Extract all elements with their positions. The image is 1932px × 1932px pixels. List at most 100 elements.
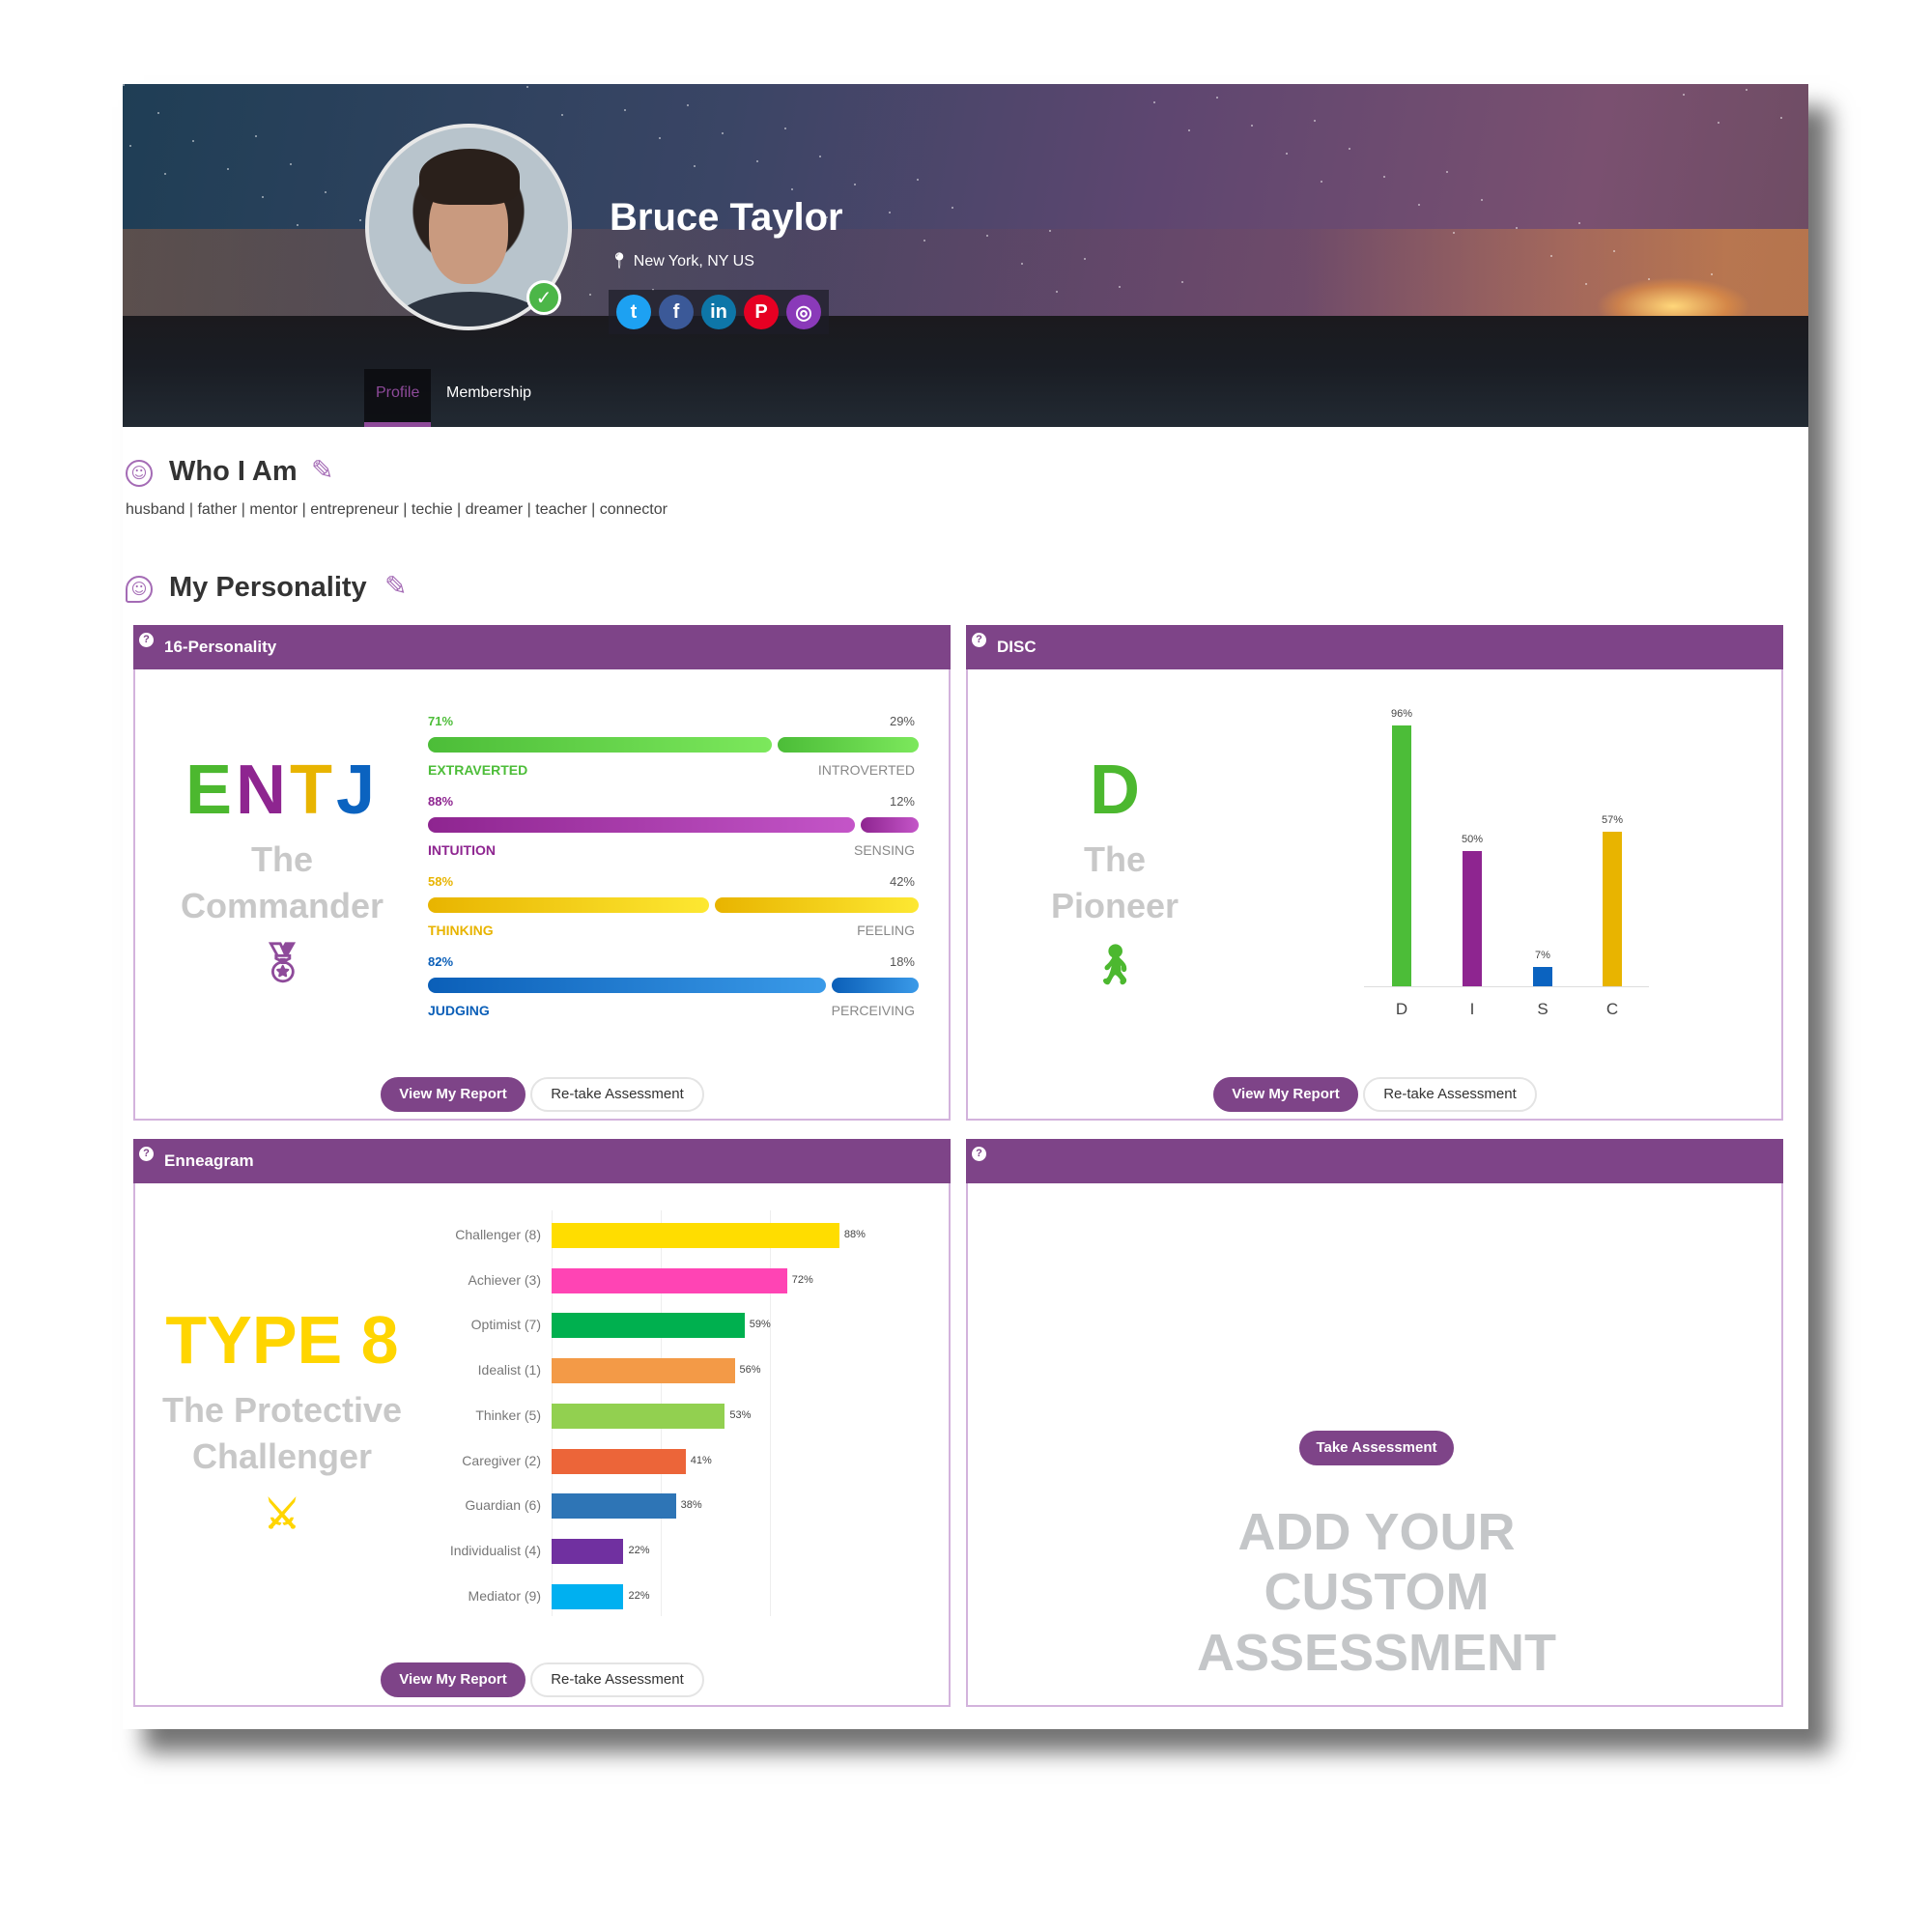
star: [1578, 222, 1580, 224]
map-pin-icon: 📍︎: [610, 253, 630, 270]
star: [297, 224, 298, 226]
enneagram-bar: [552, 1493, 676, 1520]
enneagram-bar: [552, 1267, 787, 1293]
star: [1216, 97, 1218, 99]
star: [255, 135, 257, 137]
type-letter: E: [185, 752, 236, 829]
tab-membership[interactable]: Membership: [435, 369, 543, 427]
star: [1251, 125, 1253, 127]
trait-left-label: EXTRAVERTED: [428, 762, 528, 778]
star: [756, 160, 758, 162]
star: [1585, 283, 1587, 285]
enneagram-bar: [552, 1583, 624, 1609]
star: [1550, 255, 1552, 257]
trait-bar-right: [860, 817, 919, 833]
help-icon[interactable]: ?: [139, 1147, 154, 1161]
type-name-line1: The: [250, 839, 313, 879]
retake-assessment-button[interactable]: Re-take Assessment: [530, 1077, 704, 1112]
star: [687, 104, 689, 106]
enneagram-value-label: 56%: [739, 1364, 761, 1377]
enneagram-category-label: Idealist (1): [477, 1362, 541, 1378]
edit-pencil-icon[interactable]: ✎: [384, 570, 407, 602]
type-name-line1: The: [1083, 839, 1146, 879]
enneagram-value-label: 41%: [690, 1454, 712, 1466]
help-icon[interactable]: ?: [972, 1147, 986, 1161]
edit-pencil-icon[interactable]: ✎: [311, 454, 333, 486]
disc-category-label: D: [1395, 1000, 1408, 1018]
twitter-icon[interactable]: t: [616, 295, 651, 329]
card-16-personality: ? 16-Personality ENTJ The Commander 🏅︎ 71…: [133, 625, 951, 1121]
star: [164, 173, 166, 175]
help-icon[interactable]: ?: [972, 633, 986, 647]
trait-bar-left: [428, 817, 855, 833]
help-icon[interactable]: ?: [139, 633, 154, 647]
enneagram-bar: [552, 1313, 745, 1339]
retake-assessment-button[interactable]: Re-take Assessment: [1363, 1077, 1537, 1112]
star: [1286, 153, 1288, 155]
disc-category-label: C: [1605, 1000, 1619, 1018]
enneagram-bar: [552, 1403, 725, 1429]
star: [1683, 94, 1685, 96]
card-header: ?: [966, 1139, 1783, 1183]
trait-bar-right: [778, 737, 919, 753]
star: [1453, 232, 1455, 234]
star: [1119, 286, 1121, 288]
trait-bar-left: [428, 978, 826, 993]
trait-bar-left: [428, 737, 773, 753]
star: [1516, 227, 1518, 229]
enneagram-value-label: 72%: [791, 1273, 813, 1286]
star: [290, 163, 292, 165]
facebook-icon[interactable]: f: [659, 295, 694, 329]
star: [791, 188, 793, 190]
retake-assessment-button[interactable]: Re-take Assessment: [530, 1662, 704, 1697]
disc-bar-S: [1533, 967, 1552, 986]
star: [359, 219, 361, 221]
enneagram-value-label: 38%: [680, 1499, 702, 1512]
enneagram-value-label: 53%: [729, 1408, 752, 1421]
disc-category-label: S: [1537, 1000, 1548, 1018]
card-title: 16-Personality: [164, 638, 277, 656]
star: [1181, 281, 1183, 283]
star: [986, 235, 988, 237]
view-report-button[interactable]: View My Report: [381, 1077, 526, 1112]
disc-category-label: I: [1469, 1000, 1475, 1018]
custom-line2: CUSTOM: [1264, 1563, 1490, 1621]
profile-name: Bruce Taylor: [610, 196, 843, 239]
star: [1746, 89, 1747, 91]
star: [1711, 273, 1713, 275]
star: [589, 294, 591, 296]
star: [157, 112, 159, 114]
personality-type: ENTJ: [135, 751, 429, 830]
instagram-icon[interactable]: ◎: [786, 295, 821, 329]
custom-line1: ADD YOUR: [1237, 1503, 1516, 1561]
card-header: ? Enneagram: [133, 1139, 951, 1183]
right-percent: 29%: [889, 714, 915, 728]
type-letter: J: [335, 752, 380, 829]
star: [1718, 122, 1719, 124]
trait-left-label: JUDGING: [428, 1003, 490, 1018]
pinterest-icon[interactable]: P: [744, 295, 779, 329]
star: [123, 84, 125, 86]
take-assessment-button[interactable]: Take Assessment: [1299, 1431, 1454, 1465]
card-header: ? DISC: [966, 625, 1783, 669]
who-i-am-title: Who I Am: [169, 456, 298, 487]
star: [1613, 250, 1615, 252]
view-report-button[interactable]: View My Report: [1213, 1077, 1358, 1112]
star: [917, 179, 919, 181]
enneagram-bar: [552, 1448, 686, 1474]
star: [1780, 117, 1782, 119]
star: [526, 86, 528, 88]
card-custom-assessment: ? Take Assessment ADD YOUR CUSTOM ASSESS…: [966, 1139, 1783, 1707]
card-title: DISC: [997, 638, 1037, 656]
trait-left-label: THINKING: [428, 923, 494, 938]
star: [923, 240, 925, 242]
enneagram-category-label: Individualist (4): [449, 1542, 541, 1558]
location-text: New York, NY US: [633, 253, 754, 270]
tab-profile[interactable]: Profile: [364, 369, 431, 427]
disc-value-label: 57%: [1601, 813, 1624, 826]
view-report-button[interactable]: View My Report: [381, 1662, 526, 1697]
type-letter: T: [290, 752, 336, 829]
enneagram-bar: [552, 1223, 839, 1248]
card-enneagram: ? Enneagram TYPE 8 The Protective Challen…: [133, 1139, 951, 1707]
linkedin-icon[interactable]: in: [701, 295, 736, 329]
